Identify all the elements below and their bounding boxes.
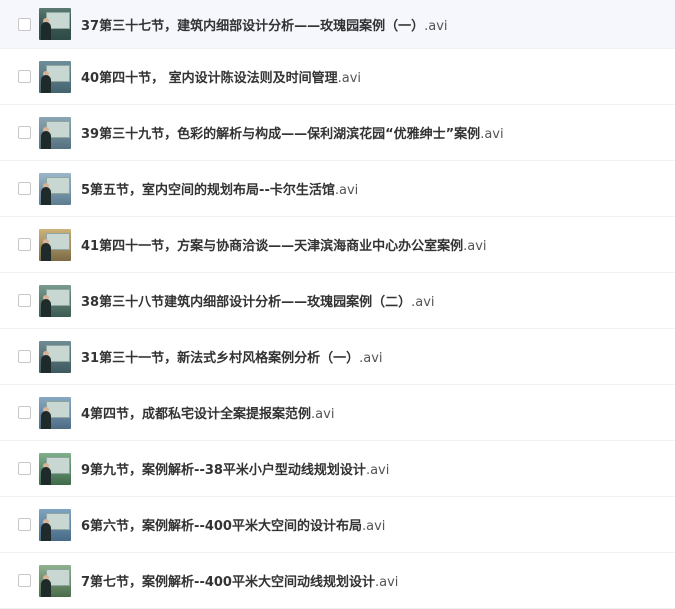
file-extension: .avi (359, 351, 383, 366)
file-name-base: 37第三十七节，建筑内细部设计分析——玫瑰园案例（一） (81, 18, 425, 34)
file-name-base: 41第四十一节，方案与协商洽谈——天津滨海商业中心办公室案例 (81, 239, 464, 254)
file-name[interactable]: 9第九节，案例解析--38平米小户型动线规划设计.avi (81, 459, 389, 478)
file-list: 37第三十七节，建筑内细部设计分析——玫瑰园案例（一）.avi 40第四十节， … (0, 0, 675, 609)
file-name[interactable]: 7第七节，案例解析--400平米大空间动线规划设计.avi (81, 571, 398, 590)
file-row[interactable]: 7第七节，案例解析--400平米大空间动线规划设计.avi (0, 553, 675, 609)
row-checkbox[interactable] (18, 182, 31, 195)
file-row[interactable]: 41第四十一节，方案与协商洽谈——天津滨海商业中心办公室案例.avi (0, 217, 675, 273)
video-thumbnail-icon[interactable] (39, 116, 71, 149)
file-extension: .avi (411, 295, 435, 310)
file-row[interactable]: 38第三十八节建筑内细部设计分析——玫瑰园案例（二）.avi (0, 273, 675, 329)
file-extension: .avi (480, 127, 504, 142)
file-name-base: 39第三十九节，色彩的解析与构成——保利湖滨花园“优雅绅士”案例 (81, 127, 481, 142)
video-thumbnail-icon[interactable] (39, 172, 71, 205)
row-checkbox[interactable] (18, 238, 31, 251)
video-thumbnail-icon[interactable] (39, 564, 71, 597)
video-thumbnail-icon[interactable] (39, 228, 71, 261)
file-extension: .avi (365, 463, 390, 478)
file-row[interactable]: 31第三十一节，新法式乡村风格案例分析（一）.avi (0, 329, 675, 385)
file-extension: .avi (311, 407, 335, 422)
file-name-base: 40第四十节， 室内设计陈设法则及时间管理 (81, 71, 338, 86)
file-extension: .avi (463, 239, 487, 254)
row-checkbox[interactable] (18, 70, 31, 83)
file-name[interactable]: 6第六节，案例解析--400平米大空间的设计布局.avi (81, 515, 385, 534)
row-checkbox[interactable] (18, 294, 31, 307)
file-name[interactable]: 37第三十七节，建筑内细部设计分析——玫瑰园案例（一）.avi (81, 15, 448, 34)
row-checkbox[interactable] (18, 574, 31, 587)
file-extension: .avi (374, 575, 399, 590)
file-extension: .avi (337, 71, 362, 86)
file-name[interactable]: 39第三十九节，色彩的解析与构成——保利湖滨花园“优雅绅士”案例.avi (81, 123, 504, 142)
file-name-base: 7第七节，案例解析--400平米大空间动线规划设计 (81, 575, 375, 590)
file-name[interactable]: 4第四节，成都私宅设计全案提报案范例.avi (81, 403, 334, 422)
video-thumbnail-icon[interactable] (39, 340, 71, 373)
file-name-base: 6第六节，案例解析--400平米大空间的设计布局 (81, 519, 362, 534)
file-row[interactable]: 40第四十节， 室内设计陈设法则及时间管理.avi (0, 49, 675, 105)
file-extension: .avi (361, 519, 386, 534)
row-checkbox[interactable] (18, 462, 31, 475)
video-thumbnail-icon[interactable] (39, 60, 71, 93)
video-thumbnail-icon[interactable] (39, 508, 71, 541)
video-thumbnail-icon[interactable] (39, 284, 71, 317)
file-row[interactable]: 39第三十九节，色彩的解析与构成——保利湖滨花园“优雅绅士”案例.avi (0, 105, 675, 161)
file-row[interactable]: 4第四节，成都私宅设计全案提报案范例.avi (0, 385, 675, 441)
file-name-base: 4第四节，成都私宅设计全案提报案范例 (81, 407, 312, 422)
row-checkbox[interactable] (18, 518, 31, 531)
video-thumbnail-icon[interactable] (39, 396, 71, 429)
file-name[interactable]: 40第四十节， 室内设计陈设法则及时间管理.avi (81, 67, 361, 86)
row-checkbox[interactable] (18, 126, 31, 139)
file-name-base: 38第三十八节建筑内细部设计分析——玫瑰园案例（二） (81, 295, 412, 310)
row-checkbox[interactable] (18, 350, 31, 363)
row-checkbox[interactable] (18, 406, 31, 419)
file-row[interactable]: 37第三十七节，建筑内细部设计分析——玫瑰园案例（一）.avi (0, 0, 675, 49)
file-row[interactable]: 6第六节，案例解析--400平米大空间的设计布局.avi (0, 497, 675, 553)
video-thumbnail-icon[interactable] (39, 452, 71, 485)
file-name[interactable]: 38第三十八节建筑内细部设计分析——玫瑰园案例（二）.avi (81, 291, 435, 310)
file-name[interactable]: 5第五节，室内空间的规划布局--卡尔生活馆.avi (81, 179, 358, 198)
file-name[interactable]: 31第三十一节，新法式乡村风格案例分析（一）.avi (81, 347, 383, 366)
file-row[interactable]: 5第五节，室内空间的规划布局--卡尔生活馆.avi (0, 161, 675, 217)
file-extension: .avi (334, 183, 359, 198)
file-name-base: 31第三十一节，新法式乡村风格案例分析（一） (81, 351, 360, 366)
row-checkbox[interactable] (18, 17, 31, 31)
file-row[interactable]: 9第九节，案例解析--38平米小户型动线规划设计.avi (0, 441, 675, 497)
file-name-base: 5第五节，室内空间的规划布局--卡尔生活馆 (81, 183, 335, 198)
video-thumbnail-icon[interactable] (39, 8, 71, 40)
file-extension: .avi (424, 18, 448, 34)
file-name[interactable]: 41第四十一节，方案与协商洽谈——天津滨海商业中心办公室案例.avi (81, 235, 487, 254)
file-name-base: 9第九节，案例解析--38平米小户型动线规划设计 (81, 463, 366, 478)
